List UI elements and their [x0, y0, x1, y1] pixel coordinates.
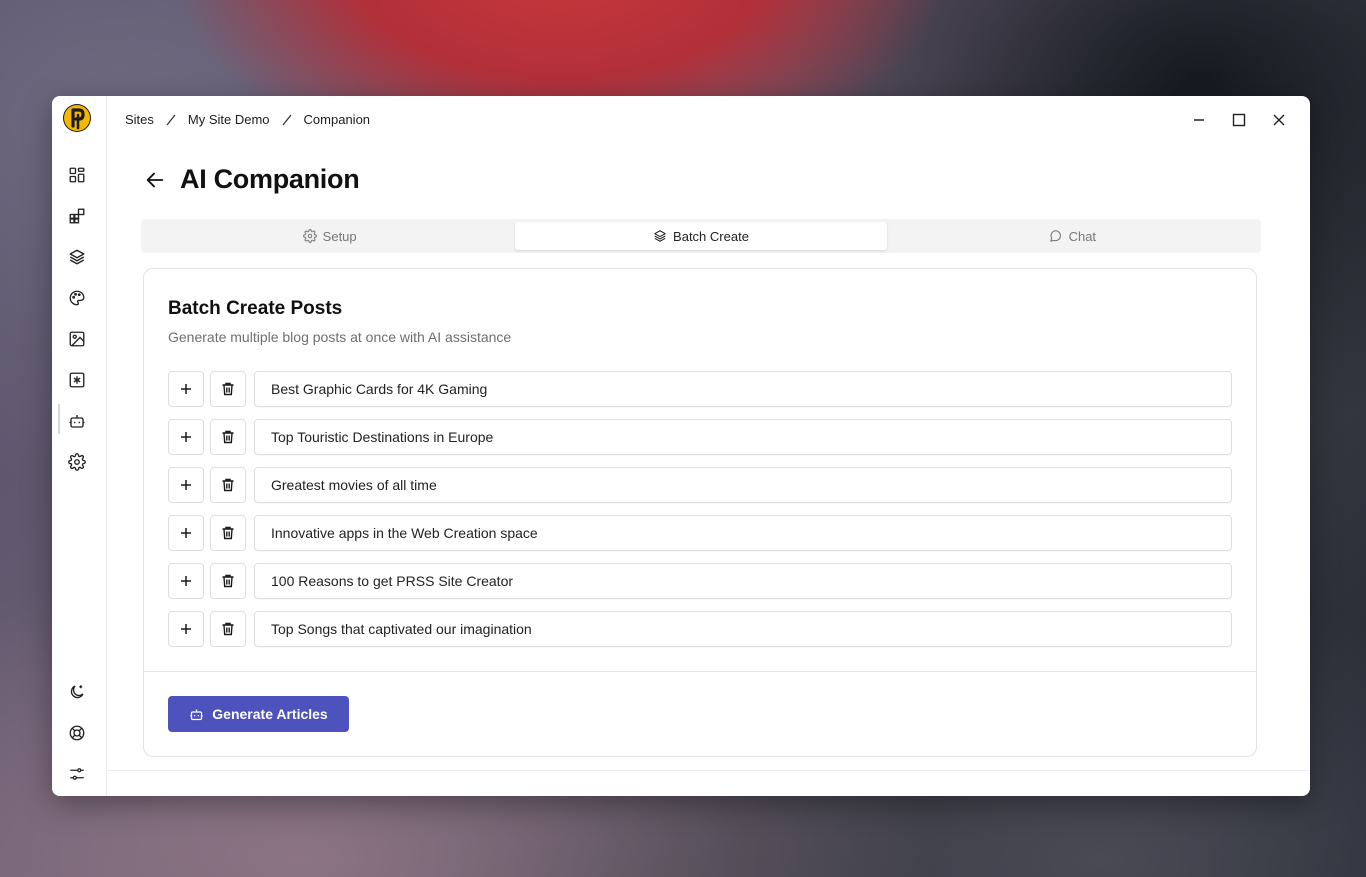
delete-row-button[interactable] — [210, 515, 246, 551]
lifebuoy-icon[interactable] — [66, 722, 88, 744]
post-title-input[interactable] — [254, 515, 1232, 551]
back-arrow-icon[interactable] — [142, 167, 168, 193]
page-title: AI Companion — [180, 164, 360, 194]
add-row-button[interactable] — [168, 515, 204, 551]
gear-icon[interactable] — [66, 451, 88, 473]
post-row — [168, 371, 1232, 407]
card-divider — [144, 671, 1256, 672]
page-heading: AI Companion — [142, 164, 360, 195]
add-row-button[interactable] — [168, 611, 204, 647]
tab-chat[interactable]: Chat — [887, 222, 1258, 250]
post-row — [168, 419, 1232, 455]
delete-row-button[interactable] — [210, 467, 246, 503]
delete-row-button[interactable] — [210, 563, 246, 599]
generate-articles-button[interactable]: Generate Articles — [168, 696, 349, 732]
asterisk-icon[interactable] — [66, 369, 88, 391]
gear-icon — [302, 229, 317, 243]
image-icon[interactable] — [66, 328, 88, 350]
plus-icon — [181, 624, 191, 634]
tab-label: Setup — [322, 228, 357, 244]
robot-icon — [190, 709, 204, 720]
batch-create-card: Batch Create Posts Generate multiple blo… — [143, 268, 1257, 757]
bottom-divider — [107, 770, 1310, 771]
trash-icon — [222, 382, 234, 396]
palette-icon[interactable] — [66, 287, 88, 309]
breadcrumb-item[interactable]: Sites — [125, 112, 154, 127]
delete-row-button[interactable] — [210, 371, 246, 407]
card-title: Batch Create Posts — [168, 298, 343, 319]
tab-bar: Setup Batch Create Chat — [141, 219, 1261, 253]
trash-icon — [222, 430, 234, 444]
add-row-button[interactable] — [168, 371, 204, 407]
slash-separator-icon — [166, 114, 176, 125]
generate-articles-label: Generate Articles — [212, 706, 328, 722]
tab-label: Chat — [1068, 228, 1097, 244]
dashboard-icon[interactable] — [66, 164, 88, 186]
plus-icon — [181, 528, 191, 538]
plus-icon — [181, 576, 191, 586]
app-window: Sites My Site Demo Companion AI Companio… — [52, 96, 1310, 796]
title-bar: Sites My Site Demo Companion — [107, 96, 1310, 144]
blocks-icon[interactable] — [66, 205, 88, 227]
plus-icon — [181, 480, 191, 490]
moon-icon[interactable] — [66, 681, 88, 703]
tab-batch-create[interactable]: Batch Create — [515, 222, 887, 250]
robot-icon[interactable] — [66, 410, 88, 432]
post-row — [168, 563, 1232, 599]
post-title-input[interactable] — [254, 611, 1232, 647]
app-logo[interactable] — [63, 104, 91, 132]
post-title-input[interactable] — [254, 563, 1232, 599]
trash-icon — [222, 574, 234, 588]
active-indicator — [58, 404, 60, 434]
card-subtitle: Generate multiple blog posts at once wit… — [168, 329, 512, 345]
chat-bubble-icon — [1049, 230, 1061, 242]
post-title-input[interactable] — [254, 371, 1232, 407]
slash-separator-icon — [282, 114, 292, 125]
layers-icon — [654, 230, 666, 242]
layers-icon[interactable] — [66, 246, 88, 268]
post-row — [168, 515, 1232, 551]
add-row-button[interactable] — [168, 419, 204, 455]
post-title-input[interactable] — [254, 419, 1232, 455]
plus-icon — [181, 432, 191, 442]
post-row — [168, 467, 1232, 503]
post-title-input[interactable] — [254, 467, 1232, 503]
close-button[interactable] — [1269, 110, 1289, 130]
breadcrumb: Sites My Site Demo Companion — [125, 112, 370, 127]
maximize-button[interactable] — [1229, 110, 1249, 130]
trash-icon — [222, 478, 234, 492]
sliders-icon[interactable] — [66, 763, 88, 785]
sidebar — [52, 96, 107, 796]
post-row — [168, 611, 1232, 647]
delete-row-button[interactable] — [210, 611, 246, 647]
add-row-button[interactable] — [168, 467, 204, 503]
tab-label: Batch Create — [673, 228, 749, 244]
delete-row-button[interactable] — [210, 419, 246, 455]
breadcrumb-item[interactable]: Companion — [304, 112, 371, 127]
minimize-button[interactable] — [1189, 110, 1209, 130]
tab-setup[interactable]: Setup — [144, 222, 515, 250]
trash-icon — [222, 622, 234, 636]
breadcrumb-item[interactable]: My Site Demo — [188, 112, 270, 127]
plus-icon — [181, 384, 191, 394]
add-row-button[interactable] — [168, 563, 204, 599]
trash-icon — [222, 526, 234, 540]
